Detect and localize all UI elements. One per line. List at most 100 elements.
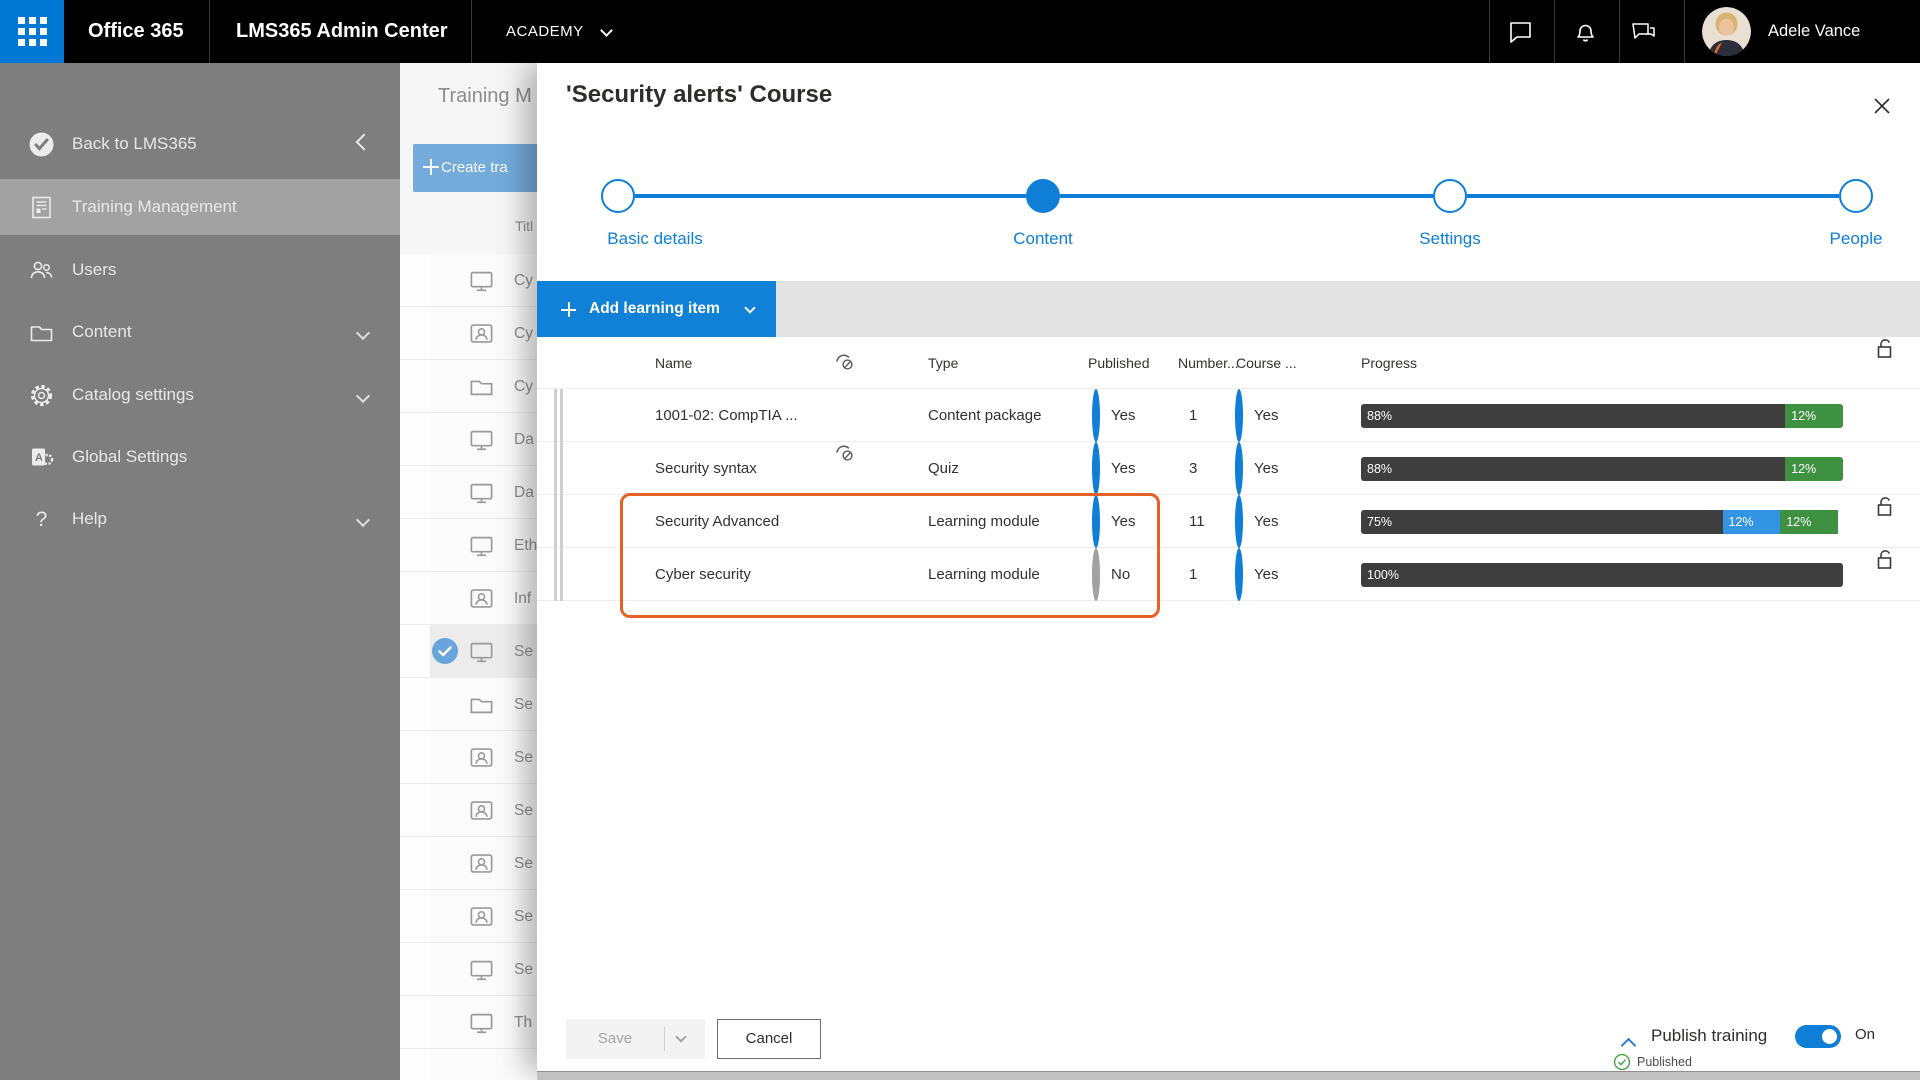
avatar[interactable] xyxy=(1702,7,1751,56)
step-label-settings[interactable]: Settings xyxy=(1419,229,1480,249)
row-gutter xyxy=(400,890,430,942)
link-disabled-icon xyxy=(833,442,857,495)
row-gutter xyxy=(400,996,430,1048)
sidebar-item-back-to-lms365[interactable]: Back to LMS365 xyxy=(0,116,400,172)
chevron-up-icon[interactable] xyxy=(1620,1037,1637,1054)
person-icon xyxy=(468,903,495,930)
step-people[interactable] xyxy=(1839,179,1873,213)
sidebar-item-content[interactable]: Content xyxy=(0,304,400,360)
row-gutter xyxy=(400,360,430,412)
office365-link[interactable]: Office 365 xyxy=(88,0,184,63)
drag-handle-icon[interactable] xyxy=(554,495,563,548)
learning-item-row-highlighted[interactable]: Cyber security Learning module No 1 Yes … xyxy=(537,548,1920,601)
column-header-progress[interactable]: Progress xyxy=(1361,337,1417,389)
training-list-row[interactable]: Inf xyxy=(400,572,537,625)
training-list-row[interactable]: Cy xyxy=(400,360,537,413)
chevron-down-icon[interactable] xyxy=(600,24,613,37)
drag-handle-icon[interactable] xyxy=(554,389,563,442)
notifications-button[interactable] xyxy=(1572,18,1599,45)
training-management-page: Training M Create tra Titl Cy Cy Cy Da Da Eth… xyxy=(400,63,537,1080)
chevron-down-icon[interactable] xyxy=(675,1031,687,1043)
publish-toggle[interactable] xyxy=(1795,1025,1841,1048)
training-title-fragment: Da xyxy=(514,431,534,448)
academy-menu[interactable]: ACADEMY xyxy=(506,0,584,63)
sidebar-item-help[interactable]: ? Help xyxy=(0,491,400,547)
item-name: Security syntax xyxy=(655,460,757,477)
training-title-fragment: Cy xyxy=(514,325,533,342)
save-button[interactable]: Save xyxy=(566,1019,705,1059)
progress-segment: 12% xyxy=(1722,510,1781,534)
monitor-icon xyxy=(468,426,495,453)
row-gutter xyxy=(400,784,430,836)
training-list-row[interactable]: Se xyxy=(400,678,537,731)
training-title-fragment: Se xyxy=(514,749,533,766)
close-button[interactable] xyxy=(1869,93,1895,119)
column-header-name[interactable]: Name xyxy=(655,337,692,389)
lock-open-icon[interactable] xyxy=(1874,337,1898,389)
training-title-fragment: Inf xyxy=(514,590,532,607)
step-label-content[interactable]: Content xyxy=(1013,229,1073,249)
sidebar-item-label: Global Settings xyxy=(72,447,188,466)
training-list-row[interactable]: Se xyxy=(400,784,537,837)
sidebar-item-users[interactable]: Users xyxy=(0,242,400,298)
column-header-course[interactable]: Course ... xyxy=(1236,337,1297,389)
top-bar: Office 365 LMS365 Admin Center ACADEMY A… xyxy=(0,0,1920,63)
training-list-row[interactable]: Eth xyxy=(400,519,537,572)
course-editor-modal: 'Security alerts' Course Basic details C… xyxy=(537,63,1920,1072)
drag-handle-icon[interactable] xyxy=(554,442,563,495)
monitor-icon xyxy=(468,479,495,506)
training-title-fragment: Se xyxy=(514,961,533,978)
folder-icon xyxy=(468,691,495,718)
column-header-type[interactable]: Type xyxy=(928,337,958,389)
sidebar-item-catalog-settings[interactable]: Catalog settings xyxy=(0,367,400,423)
create-training-button[interactable]: Create tra xyxy=(413,144,537,192)
folder-icon xyxy=(468,373,495,400)
step-basic-details[interactable] xyxy=(601,179,635,213)
course-status-dot xyxy=(1235,548,1243,601)
training-list-row[interactable]: Cy xyxy=(400,254,537,307)
training-list-row[interactable]: Se xyxy=(400,943,537,996)
cancel-button[interactable]: Cancel xyxy=(717,1019,821,1059)
published-value: Yes xyxy=(1111,460,1136,477)
chevron-down-icon xyxy=(355,512,371,528)
feedback-button[interactable] xyxy=(1630,18,1657,45)
add-learning-item-button[interactable]: Add learning item xyxy=(537,281,776,337)
user-name[interactable]: Adele Vance xyxy=(1768,0,1860,63)
learning-item-row-highlighted[interactable]: Security Advanced Learning module Yes 11… xyxy=(537,495,1920,548)
course-status-dot xyxy=(1235,389,1243,442)
published-status-dot xyxy=(1092,495,1100,548)
sidebar-item-training-management[interactable]: Training Management xyxy=(0,179,400,235)
training-list-row[interactable]: Se xyxy=(400,625,537,678)
users-icon xyxy=(28,257,55,284)
training-list-row[interactable] xyxy=(400,1049,537,1080)
step-label-people[interactable]: People xyxy=(1830,229,1883,249)
step-content[interactable] xyxy=(1026,179,1060,213)
create-training-label: Create tra xyxy=(441,159,508,176)
training-list-row[interactable]: Se xyxy=(400,731,537,784)
training-list-row[interactable]: Se xyxy=(400,837,537,890)
training-list-row[interactable]: Se xyxy=(400,890,537,943)
training-list-row[interactable]: Da xyxy=(400,466,537,519)
drag-handle-icon[interactable] xyxy=(554,548,563,601)
training-list-row[interactable]: Cy xyxy=(400,307,537,360)
learning-item-row[interactable]: 1001-02: CompTIA ... Content package Yes… xyxy=(537,389,1920,442)
training-list-row[interactable]: Th xyxy=(400,996,537,1049)
lock-open-icon[interactable] xyxy=(1874,495,1898,548)
learning-item-row[interactable]: Security syntax Quiz Yes 3 Yes 88% 12% xyxy=(537,442,1920,495)
chat-button[interactable] xyxy=(1507,18,1534,45)
chevron-down-icon xyxy=(355,325,371,341)
learning-items-header: Name Type Published Number... Course ...… xyxy=(537,337,1920,389)
training-title-fragment: Th xyxy=(514,1014,533,1031)
step-label-basic-details[interactable]: Basic details xyxy=(607,229,702,249)
course-value: Yes xyxy=(1254,513,1279,530)
lock-open-icon[interactable] xyxy=(1874,548,1898,601)
column-header-title[interactable]: Titl xyxy=(515,218,533,234)
training-list-row[interactable]: Da xyxy=(400,413,537,466)
row-gutter xyxy=(400,1049,430,1080)
column-header-published[interactable]: Published xyxy=(1088,337,1150,389)
sidebar-item-global-settings[interactable]: A Global Settings xyxy=(0,429,400,485)
column-header-number[interactable]: Number... xyxy=(1178,337,1239,389)
training-title-fragment: Cy xyxy=(514,378,533,395)
app-launcher-button[interactable] xyxy=(0,0,64,63)
step-settings[interactable] xyxy=(1433,179,1467,213)
